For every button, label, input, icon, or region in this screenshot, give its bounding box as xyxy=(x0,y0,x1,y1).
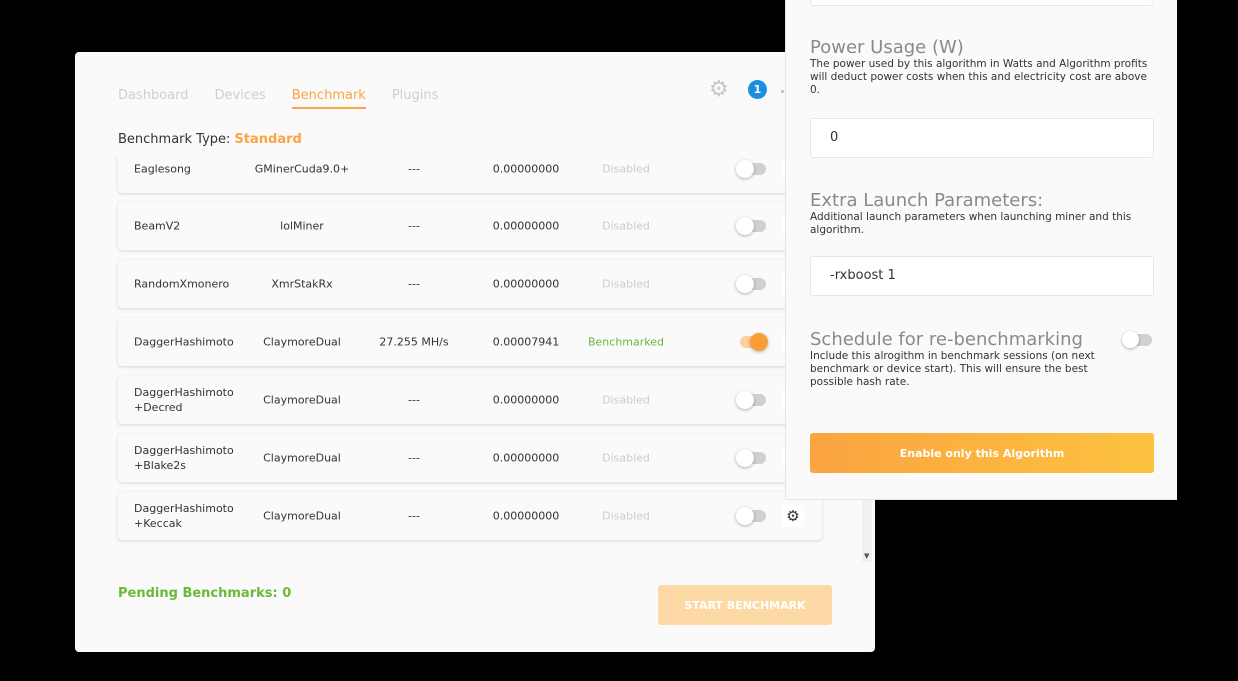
algorithm-name: DaggerHashimoto +Blake2s xyxy=(134,444,234,472)
enable-toggle[interactable] xyxy=(736,449,766,467)
nav-tabs: Dashboard Devices Benchmark Plugins xyxy=(118,88,464,109)
power-usage-desc: The power used by this algorithm in Watt… xyxy=(810,58,1148,96)
algorithm-name: RandomXmonero xyxy=(134,277,230,291)
gear-icon[interactable]: ⚙ xyxy=(782,505,804,527)
settings-gear-icon[interactable]: ⚙ xyxy=(709,77,729,102)
algorithm-name: Eaglesong xyxy=(134,162,191,176)
power-usage-title: Power Usage (W) xyxy=(810,37,964,58)
profit: 0.00000000 xyxy=(492,219,560,233)
notification-badge[interactable]: 1 xyxy=(748,80,767,99)
tab-dashboard[interactable]: Dashboard xyxy=(118,88,189,109)
tab-benchmark[interactable]: Benchmark xyxy=(291,88,366,109)
tab-devices[interactable]: Devices xyxy=(215,88,266,109)
profit: 0.00000000 xyxy=(492,451,560,465)
enable-toggle[interactable] xyxy=(736,507,766,525)
enable-toggle[interactable] xyxy=(736,391,766,409)
algorithm-name: DaggerHashimoto +Keccak xyxy=(134,502,234,530)
algorithm-row: RandomXmonero XmrStakRx --- 0.00000000 D… xyxy=(118,260,822,308)
enable-toggle[interactable] xyxy=(736,333,768,351)
algorithm-settings-panel: Power Usage (W) The power used by this a… xyxy=(785,0,1177,500)
schedule-desc: Include this alrogithm in benchmark sess… xyxy=(810,350,1095,388)
schedule-title: Schedule for re-benchmarking xyxy=(810,329,1083,350)
speed: 27.255 MH/s xyxy=(379,335,449,349)
profit: 0.00000000 xyxy=(492,509,560,523)
enable-toggle[interactable] xyxy=(736,160,766,178)
benchmark-type: Benchmark Type: Standard xyxy=(118,132,302,147)
speed: --- xyxy=(408,509,420,523)
algorithm-name: DaggerHashimoto xyxy=(134,335,234,349)
algorithm-row: BeamV2 lolMiner --- 0.00000000 Disabled … xyxy=(118,202,822,250)
profit: 0.00007941 xyxy=(492,335,560,349)
algorithm-name: BeamV2 xyxy=(134,219,181,233)
status: Benchmarked xyxy=(587,335,664,349)
profit: 0.00000000 xyxy=(492,162,560,176)
extra-params-section: Extra Launch Parameters: Additional laun… xyxy=(810,190,1155,237)
previous-input[interactable] xyxy=(810,0,1154,6)
status: Disabled xyxy=(602,219,650,233)
miner-name: ClaymoreDual xyxy=(263,335,341,349)
pending-benchmarks: Pending Benchmarks: 0 xyxy=(118,586,292,601)
miner-name: ClaymoreDual xyxy=(263,393,341,407)
status: Disabled xyxy=(602,451,650,465)
profit: 0.00000000 xyxy=(492,277,560,291)
status: Disabled xyxy=(602,162,650,176)
more-icon[interactable] xyxy=(781,90,784,93)
status: Disabled xyxy=(602,509,650,523)
algorithm-row: DaggerHashimoto +Blake2s ClaymoreDual --… xyxy=(118,434,822,482)
benchmark-type-value[interactable]: Standard xyxy=(234,132,301,147)
enable-toggle[interactable] xyxy=(736,275,766,293)
enable-only-button[interactable]: Enable only this Algorithm xyxy=(810,433,1154,473)
speed: --- xyxy=(408,451,420,465)
status: Disabled xyxy=(602,277,650,291)
miner-name: GMinerCuda9.0+ xyxy=(254,162,350,176)
extra-params-desc: Additional launch parameters when launch… xyxy=(810,211,1132,236)
algorithm-row: DaggerHashimoto +Keccak ClaymoreDual ---… xyxy=(118,492,822,540)
benchmark-card: Dashboard Devices Benchmark Plugins ⚙ 1 … xyxy=(75,52,875,652)
speed: --- xyxy=(408,393,420,407)
miner-name: lolMiner xyxy=(280,219,324,233)
scroll-down-icon[interactable]: ▼ xyxy=(864,552,869,560)
algorithm-name: DaggerHashimoto +Decred xyxy=(134,386,234,414)
power-usage-section: Power Usage (W) The power used by this a… xyxy=(810,37,1155,97)
algorithm-row: Eaglesong GMinerCuda9.0+ --- 0.00000000 … xyxy=(118,157,822,193)
enable-toggle[interactable] xyxy=(736,217,766,235)
tab-plugins[interactable]: Plugins xyxy=(392,88,439,109)
start-benchmark-button[interactable]: START BENCHMARK xyxy=(658,585,832,625)
extra-params-title: Extra Launch Parameters: xyxy=(810,190,1044,211)
extra-params-input[interactable]: -rxboost 1 xyxy=(810,256,1154,296)
algorithm-row: DaggerHashimoto +Decred ClaymoreDual ---… xyxy=(118,376,822,424)
status: Disabled xyxy=(602,393,650,407)
benchmark-type-label: Benchmark Type: xyxy=(118,132,231,147)
schedule-toggle[interactable] xyxy=(1122,331,1152,348)
speed: --- xyxy=(408,219,420,233)
miner-name: ClaymoreDual xyxy=(263,451,341,465)
algorithm-row: DaggerHashimoto ClaymoreDual 27.255 MH/s… xyxy=(118,318,822,366)
schedule-section: Schedule for re-benchmarking Include thi… xyxy=(810,329,1120,389)
speed: --- xyxy=(408,162,420,176)
profit: 0.00000000 xyxy=(492,393,560,407)
miner-name: ClaymoreDual xyxy=(263,509,341,523)
algorithm-list: Eaglesong GMinerCuda9.0+ --- 0.00000000 … xyxy=(115,157,875,562)
power-usage-input[interactable]: 0 xyxy=(810,118,1154,158)
miner-name: XmrStakRx xyxy=(271,277,333,291)
speed: --- xyxy=(408,277,420,291)
